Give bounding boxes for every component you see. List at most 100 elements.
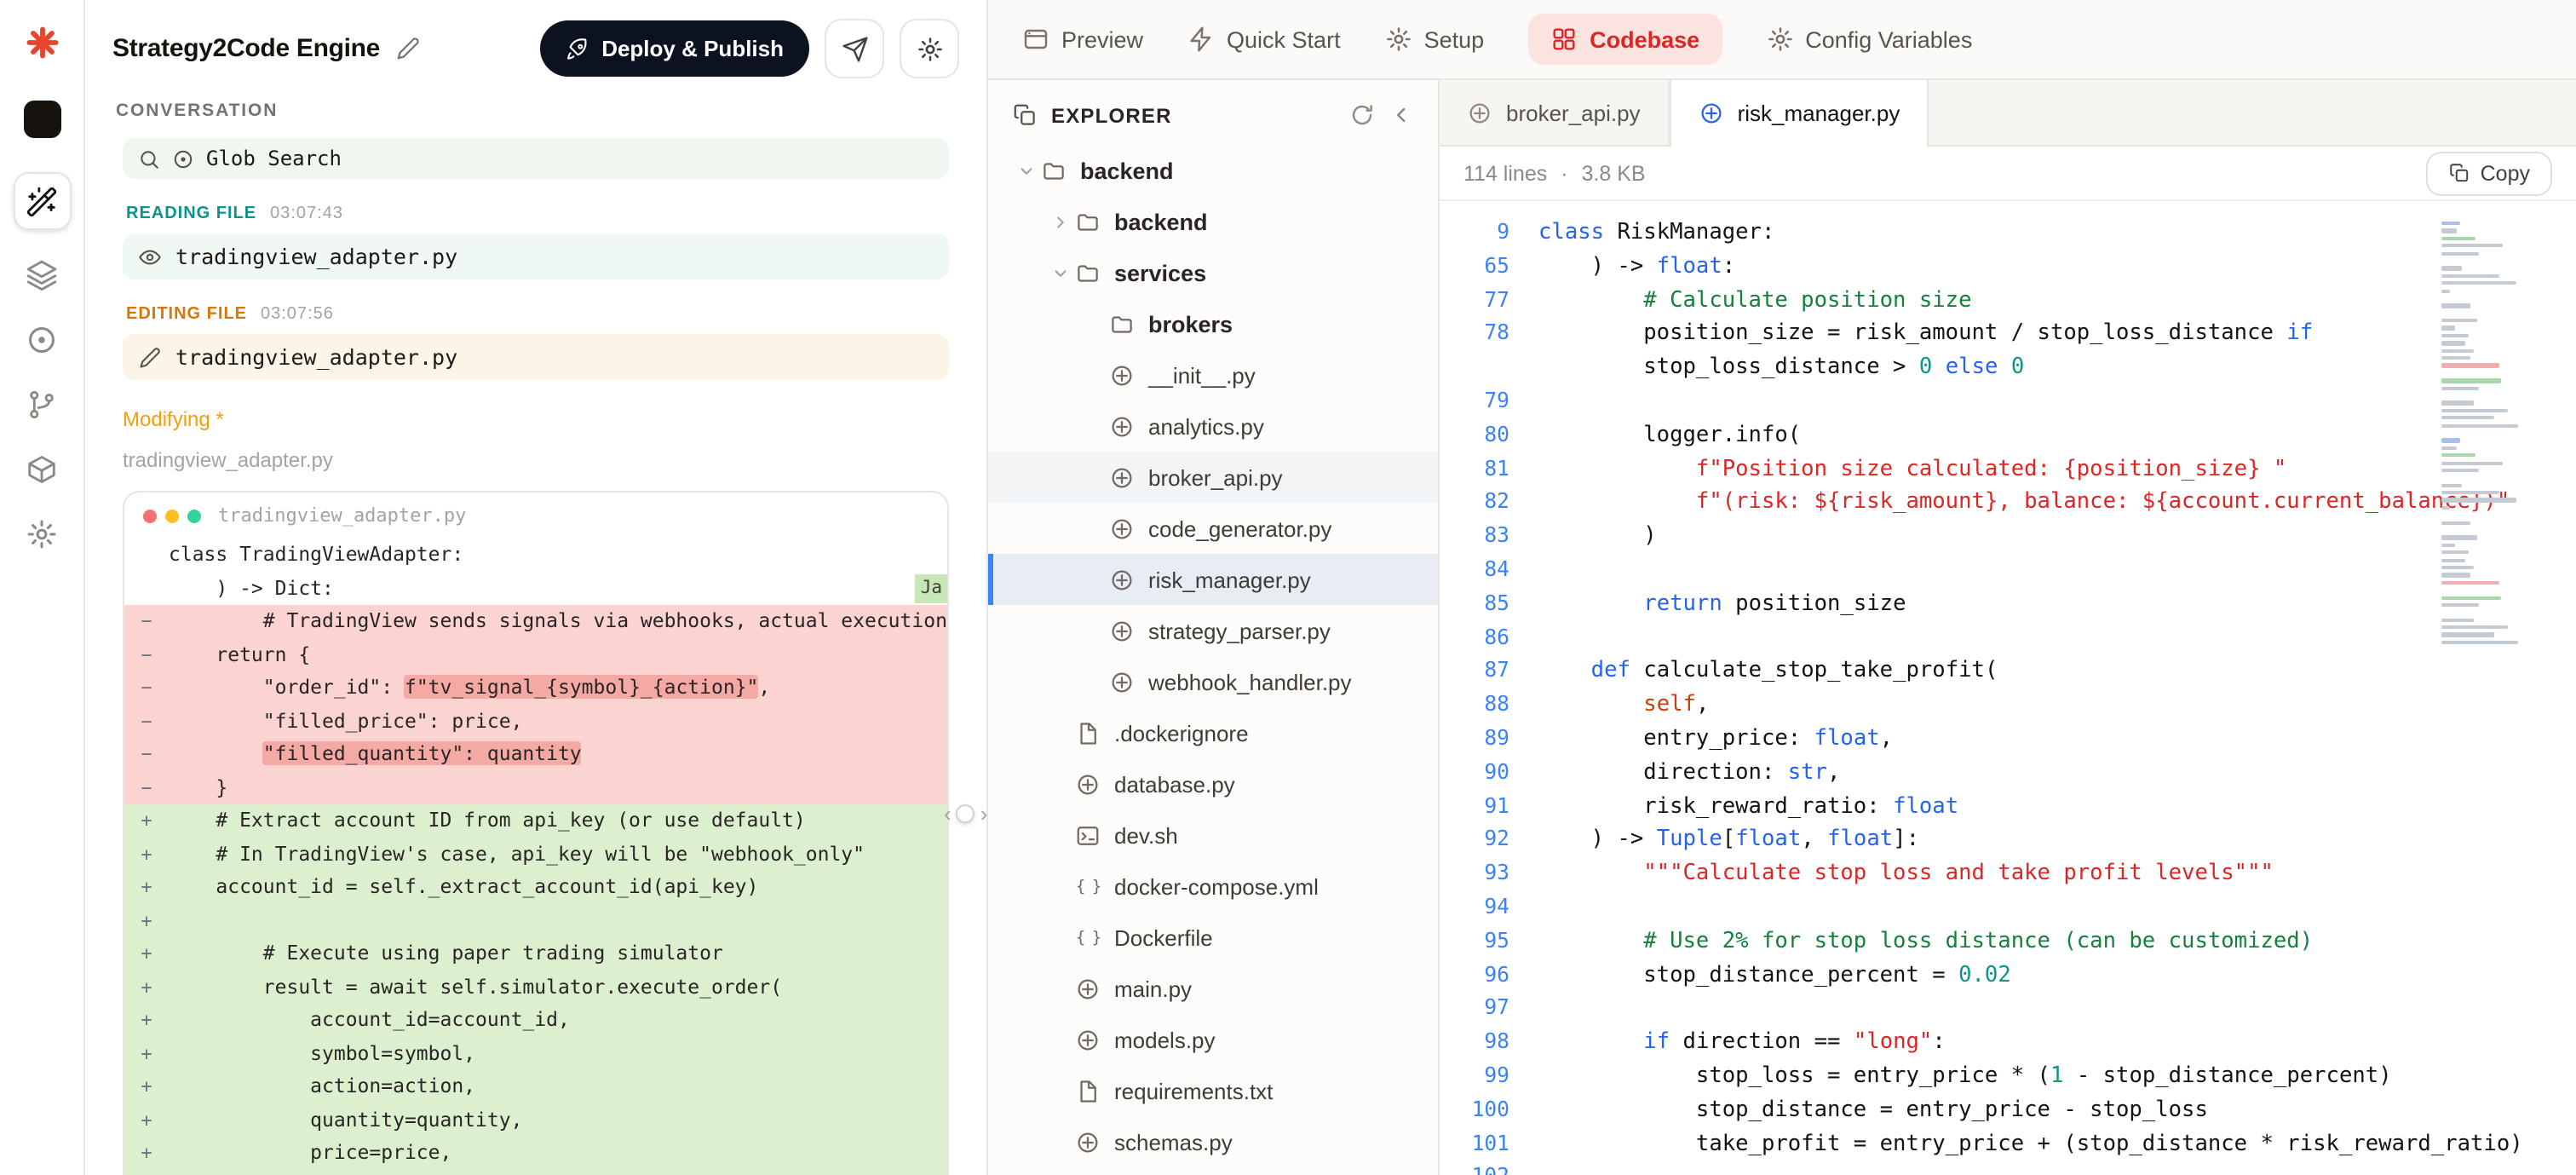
code-line: 95 # Use 2% for stop loss distance (can … — [1440, 924, 2576, 959]
edit-title-button[interactable] — [395, 36, 421, 61]
editor-tab-risk-manager-py[interactable]: risk_manager.py — [1670, 80, 1929, 147]
target-icon — [26, 323, 58, 355]
deploy-publish-button[interactable]: Deploy & Publish — [540, 20, 809, 77]
gear-icon — [1385, 26, 1412, 53]
line-number: 93 — [1440, 857, 1538, 891]
code-line: 78 position_size = risk_amount / stop_lo… — [1440, 318, 2576, 352]
file-type-icon — [1109, 413, 1135, 439]
tree-item-main-py[interactable]: main.py — [988, 963, 1438, 1014]
layers-tool[interactable] — [21, 254, 62, 295]
conversation-events[interactable]: Glob Search READING FILE 03:07:43 tradin… — [85, 124, 986, 1175]
collapse-panel-button[interactable] — [1389, 102, 1414, 128]
minimap[interactable] — [2441, 222, 2567, 652]
tree-item-label: broker_api.py — [1148, 464, 1283, 490]
chevron-spacer — [1080, 567, 1109, 591]
copy-button[interactable]: Copy — [2426, 151, 2552, 195]
right-area: Preview Quick Start Setup Codebase Config Va… — [988, 0, 2576, 1175]
file-type-icon — [1075, 1078, 1101, 1103]
code-line: 93 """Calculate stop loss and take profi… — [1440, 857, 2576, 891]
editor-panel: broker_api.pyrisk_manager.py 114 lines ·… — [1440, 80, 2576, 1175]
tab-quick-start[interactable]: Quick Start — [1187, 26, 1341, 53]
editor-tab-broker-api-py[interactable]: broker_api.py — [1440, 80, 1670, 145]
tree-item-docker-compose-yml[interactable]: { }docker-compose.yml — [988, 861, 1438, 912]
chevron-down-icon[interactable] — [1046, 261, 1075, 285]
line-number: 65 — [1440, 251, 1538, 285]
code-line: 99 stop_loss = entry_price * (1 - stop_d… — [1440, 1060, 2576, 1094]
panel-resize-handle[interactable]: ‹› — [944, 801, 987, 827]
reading-file-item[interactable]: tradingview_adapter.py — [123, 233, 949, 279]
tree-item-broker-api-py[interactable]: broker_api.py — [988, 452, 1438, 503]
file-type-icon — [1075, 1129, 1101, 1155]
wand-tool[interactable] — [13, 172, 71, 230]
deploy-publish-label: Deploy & Publish — [601, 36, 784, 61]
tree-item-dockerfile[interactable]: { }Dockerfile — [988, 912, 1438, 963]
tree-item-models-py[interactable]: models.py — [988, 1014, 1438, 1065]
glob-search-item[interactable]: Glob Search — [123, 138, 949, 179]
diff-line: + # Extract account ID from api_key (or … — [124, 804, 947, 838]
wand-icon — [26, 185, 58, 217]
explorer-header: EXPLORER — [988, 80, 1438, 145]
tree-item-schemas-py[interactable]: schemas.py — [988, 1116, 1438, 1167]
chevron-down-icon[interactable] — [1012, 158, 1041, 182]
line-number: 77 — [1440, 284, 1538, 318]
tree-item-code-generator-py[interactable]: code_generator.py — [988, 503, 1438, 554]
branch-tool[interactable] — [21, 383, 62, 424]
tree-item-services[interactable]: services — [988, 247, 1438, 298]
line-number: 101 — [1440, 1127, 1538, 1161]
copy-icon — [2448, 162, 2470, 184]
tab-label: Config Variables — [1805, 26, 1972, 52]
diff-line: + order_type="market" — [124, 1170, 947, 1175]
tree-item-analytics-py[interactable]: analytics.py — [988, 400, 1438, 452]
branch-icon — [26, 388, 58, 420]
file-type-icon — [1075, 720, 1101, 746]
glob-search-label: Glob Search — [206, 147, 342, 170]
code-line: 88 self, — [1440, 688, 2576, 723]
chevron-spacer — [1080, 619, 1109, 642]
line-number — [1440, 351, 1538, 385]
diff-line: + quantity=quantity, — [124, 1103, 947, 1137]
diff-overflow-fragment: Ja — [916, 573, 947, 603]
folder-icon — [1075, 260, 1101, 285]
tab-codebase[interactable]: Codebase — [1528, 14, 1722, 65]
python-file-icon — [1467, 100, 1492, 125]
tree-item-init-py[interactable]: __init__.py — [988, 349, 1438, 400]
tree-item-webhook-handler-py[interactable]: webhook_handler.py — [988, 656, 1438, 707]
workspace-avatar[interactable] — [23, 101, 60, 138]
tree-item-label: __init__.py — [1148, 362, 1256, 388]
tree-item-risk-manager-py[interactable]: risk_manager.py — [988, 554, 1438, 605]
editor-tabs: broker_api.pyrisk_manager.py — [1440, 80, 2576, 147]
settings-tool[interactable] — [21, 513, 62, 554]
tree-item-backend[interactable]: backend — [988, 196, 1438, 247]
chevron-spacer — [1046, 874, 1075, 898]
code-line: 77 # Calculate position size — [1440, 284, 2576, 318]
package-tool[interactable] — [21, 448, 62, 489]
tab-setup[interactable]: Setup — [1385, 26, 1485, 53]
tab-config-variables[interactable]: Config Variables — [1766, 26, 1972, 53]
editing-file-item[interactable]: tradingview_adapter.py — [123, 334, 949, 380]
reading-file-label-row: READING FILE 03:07:43 — [126, 204, 946, 223]
eye-icon — [138, 245, 162, 268]
file-type-icon — [1075, 771, 1101, 797]
line-number: 80 — [1440, 419, 1538, 453]
tree-item-strategy-parser-py[interactable]: strategy_parser.py — [988, 605, 1438, 656]
code-line: 80 logger.info( — [1440, 419, 2576, 453]
refresh-button[interactable] — [1349, 102, 1375, 128]
file-type-icon — [1109, 618, 1135, 643]
code-area[interactable]: 9class RiskManager:65 ) -> float:77 # Ca… — [1440, 201, 2576, 1175]
tree-item-label: database.py — [1114, 771, 1235, 797]
layers-icon — [26, 258, 58, 291]
tree-item-dev-sh[interactable]: dev.sh — [988, 809, 1438, 861]
conversation-settings-button[interactable] — [900, 19, 959, 78]
target-tool[interactable] — [21, 319, 62, 360]
tab-preview[interactable]: Preview — [1022, 26, 1143, 53]
tree-item-backend[interactable]: backend — [988, 145, 1438, 196]
file-type-icon — [1109, 567, 1135, 592]
line-number: 91 — [1440, 790, 1538, 824]
chevron-right-icon[interactable] — [1046, 210, 1075, 233]
code-line: 84 — [1440, 554, 2576, 588]
tree-item-requirements-txt[interactable]: requirements.txt — [988, 1065, 1438, 1116]
tree-item-brokers[interactable]: brokers — [988, 298, 1438, 349]
send-button[interactable] — [825, 19, 884, 78]
tree-item-dockerignore[interactable]: .dockerignore — [988, 707, 1438, 758]
tree-item-database-py[interactable]: database.py — [988, 758, 1438, 809]
